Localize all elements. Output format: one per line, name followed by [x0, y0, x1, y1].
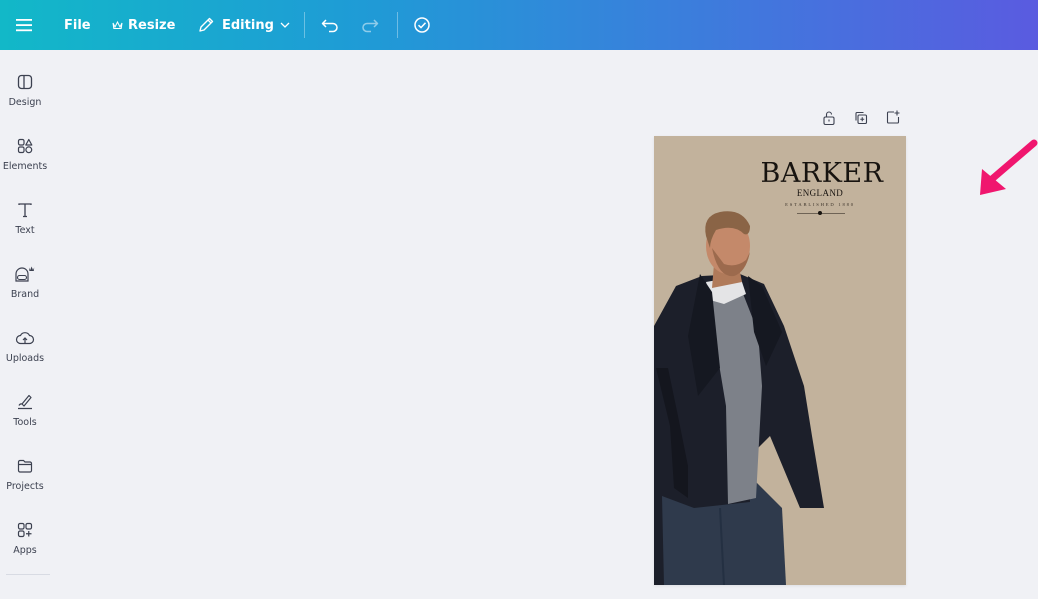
sidebar-item-label: Design [8, 97, 42, 108]
toolbar-divider [397, 12, 398, 38]
text-t-icon [16, 198, 34, 222]
sidebar-item-label: Uploads [5, 353, 45, 364]
hamburger-menu-icon[interactable] [14, 0, 34, 50]
file-menu-label: File [64, 17, 91, 33]
apps-grid-icon [16, 518, 34, 542]
sidebar-item-label: Apps [13, 545, 37, 556]
left-sidebar: Design Elements Text Brand Uploads Tools [0, 50, 50, 599]
top-toolbar: File Resize Editing [0, 0, 1038, 50]
duplicate-page-button[interactable] [852, 111, 870, 129]
annotation-arrow [970, 135, 1038, 207]
brand-kit-icon [13, 262, 37, 286]
pen-tool-icon [15, 390, 35, 414]
sidebar-item-label: Projects [6, 481, 44, 492]
design-page[interactable]: BARKER ENGLAND ESTABLISHED 1880 [654, 136, 906, 585]
crown-icon [112, 20, 123, 30]
add-page-icon [885, 109, 901, 129]
sidebar-item-label: Text [15, 225, 35, 236]
brand-location[interactable]: ENGLAND [754, 188, 886, 198]
sidebar-item-apps[interactable]: Apps [0, 514, 50, 574]
sidebar-item-elements[interactable]: Elements [0, 130, 50, 190]
lock-icon [822, 110, 836, 130]
editing-label: Editing [222, 17, 274, 33]
file-menu-button[interactable]: File [64, 0, 91, 50]
brand-established[interactable]: ESTABLISHED 1880 [754, 202, 886, 207]
sidebar-item-projects[interactable]: Projects [0, 450, 50, 510]
pencil-icon [197, 16, 215, 34]
duplicate-page-icon [853, 110, 869, 130]
chevron-down-icon [280, 21, 290, 29]
sidebar-item-tools[interactable]: Tools [0, 386, 50, 446]
sidebar-item-design[interactable]: Design [0, 66, 50, 126]
brand-title[interactable]: BARKER [754, 158, 890, 189]
resize-button[interactable]: Resize [112, 0, 175, 50]
resize-label: Resize [128, 17, 176, 33]
save-status-button[interactable] [412, 0, 432, 50]
cloud-saved-check-icon [412, 16, 432, 34]
cloud-upload-icon [15, 326, 35, 350]
redo-icon [360, 16, 380, 34]
sidebar-item-uploads[interactable]: Uploads [0, 322, 50, 382]
brand-divider-dot [818, 211, 822, 215]
sidebar-item-text[interactable]: Text [0, 194, 50, 254]
sidebar-item-label: Tools [13, 417, 37, 428]
editing-mode-dropdown[interactable]: Editing [197, 0, 290, 50]
design-layout-icon [16, 70, 34, 94]
undo-icon [320, 16, 340, 34]
sidebar-item-brand[interactable]: Brand [0, 258, 50, 318]
elements-shapes-icon [16, 134, 34, 158]
sidebar-item-label: Brand [10, 289, 40, 300]
toolbar-divider [304, 12, 305, 38]
redo-button[interactable] [360, 0, 380, 50]
sidebar-item-label: Elements [2, 161, 48, 172]
lock-page-button[interactable] [820, 111, 838, 129]
add-page-button[interactable] [884, 110, 902, 128]
sidebar-divider [6, 574, 50, 575]
folder-icon [16, 454, 34, 478]
undo-button[interactable] [320, 0, 340, 50]
